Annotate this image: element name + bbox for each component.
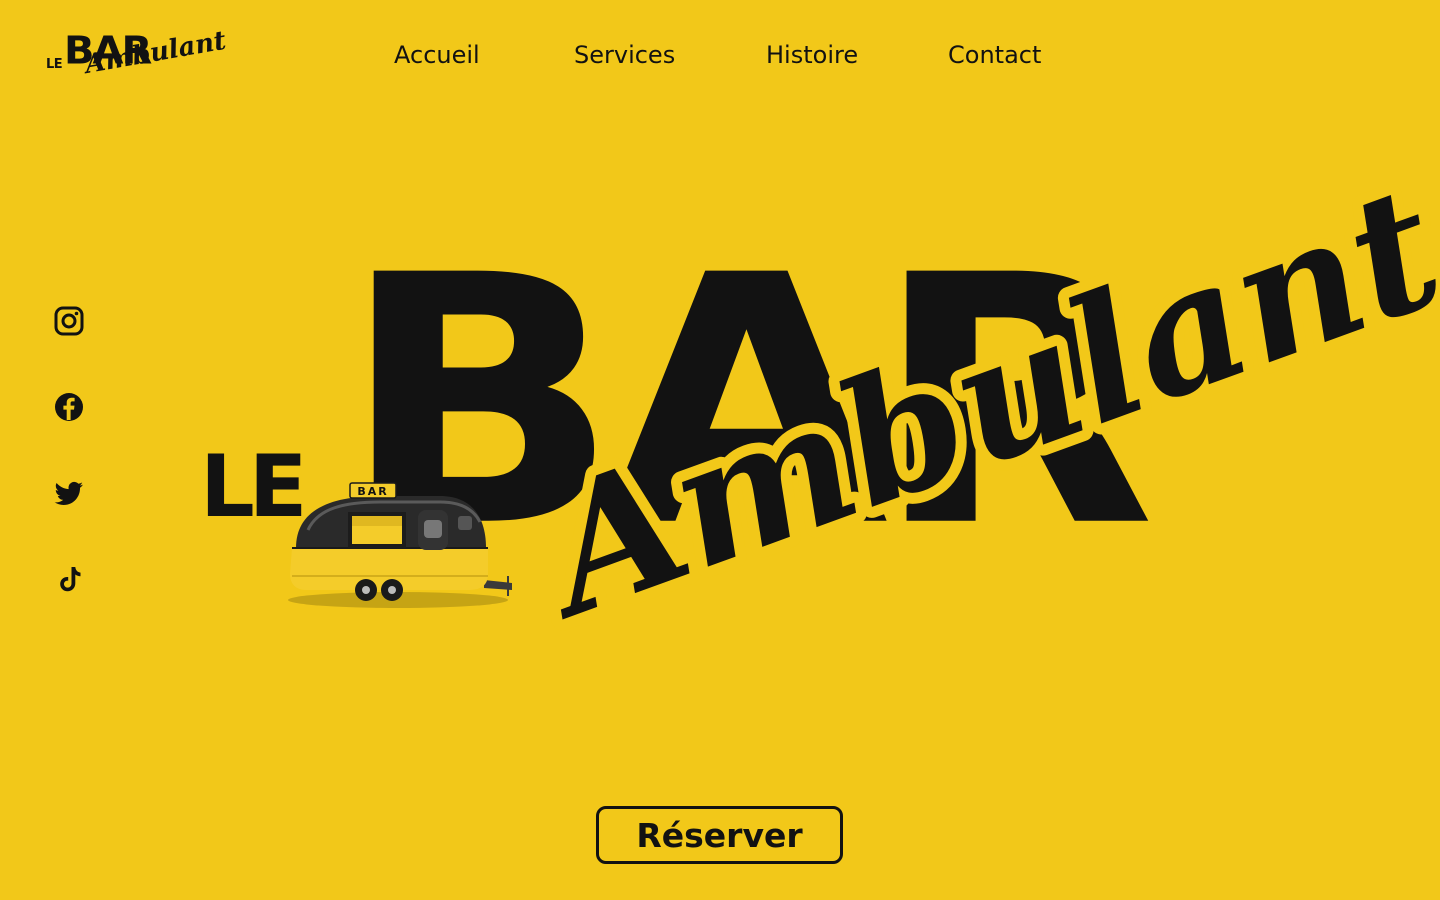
hero-wordmark-graphic: LE BAR Ambulant Ambulant BAR: [200, 136, 1440, 669]
hero-le-text: LE: [200, 437, 302, 537]
trailer-sign-text: BAR: [357, 485, 388, 498]
hero-wordmark: LE BAR Ambulant Ambulant BAR: [0, 0, 1440, 900]
reserve-button[interactable]: Réserver: [596, 806, 843, 864]
